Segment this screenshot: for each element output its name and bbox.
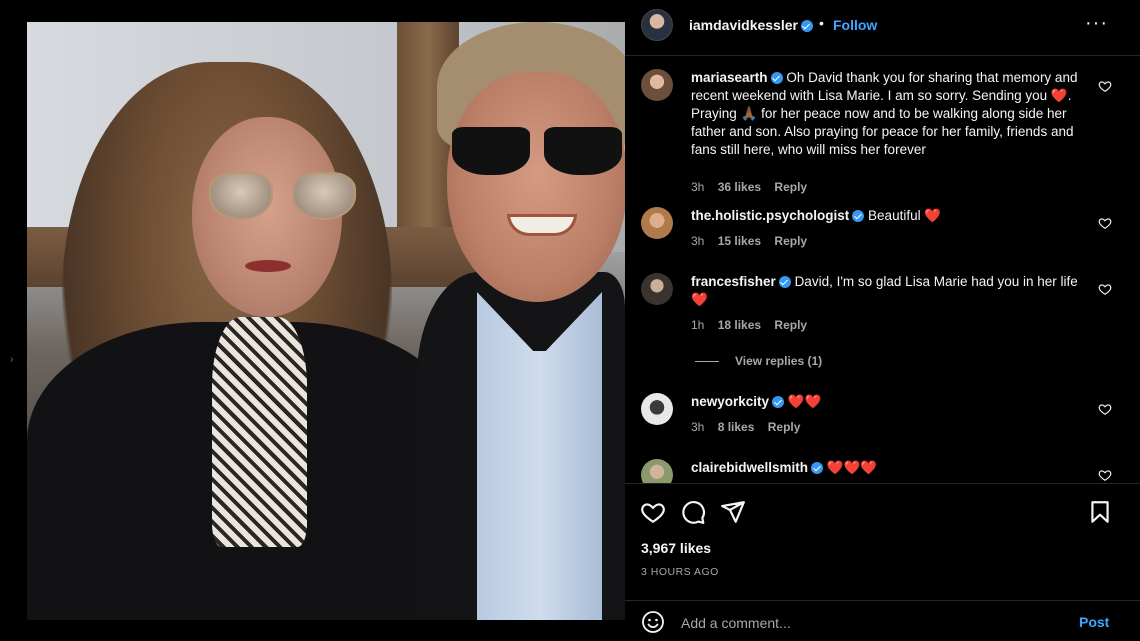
commenter-avatar[interactable] (641, 393, 673, 425)
comment-time: 3h (691, 234, 705, 248)
follow-button[interactable]: Follow (833, 17, 877, 33)
comment-meta: 3h 15 likes Reply (691, 234, 817, 248)
commenter-avatar[interactable] (641, 69, 673, 101)
aviator-lens-left (209, 172, 273, 220)
replies-divider-line (695, 361, 719, 363)
reply-button[interactable]: Reply (768, 420, 801, 434)
post-actions-bar: 3,967 likes 3 HOURS AGO (625, 483, 1140, 588)
comment-likes[interactable]: 18 likes (718, 318, 761, 332)
emoji-icon[interactable] (641, 610, 665, 634)
likes-count[interactable]: 3,967 likes (641, 540, 711, 556)
view-replies-label: View replies (1) (735, 354, 823, 368)
comment-likes[interactable]: 36 likes (718, 180, 761, 194)
verified-badge-icon (811, 462, 824, 475)
verified-badge-icon (778, 276, 791, 289)
comment-input[interactable] (681, 613, 1061, 633)
reply-button[interactable]: Reply (774, 180, 807, 194)
verified-badge-icon (772, 396, 785, 409)
author-username[interactable]: iamdavidkessler (689, 17, 813, 33)
commenter-avatar[interactable] (641, 207, 673, 239)
post-photo[interactable] (27, 22, 625, 620)
post-side-panel: iamdavidkessler • Follow ··· mariasearth… (625, 0, 1140, 641)
comment-icon[interactable] (680, 499, 706, 525)
comment-text: clairebidwellsmith ❤️❤️❤️ (691, 459, 1086, 477)
comment-text: the.holistic.psychologist Beautiful ❤️ (691, 207, 1086, 225)
like-comment-heart-icon[interactable] (1098, 282, 1112, 296)
heart-emoji: ❤️❤️ (787, 394, 822, 409)
man-sunglasses (452, 127, 625, 177)
man-face (447, 72, 625, 302)
comment-text-part: Beautiful (868, 208, 921, 223)
comment-likes[interactable]: 15 likes (718, 234, 761, 248)
heart-emoji: ❤️ (1050, 88, 1068, 103)
add-comment-bar: Post (625, 600, 1140, 641)
verified-badge-icon (770, 72, 783, 85)
post-comment-button[interactable]: Post (1079, 614, 1109, 630)
commenter-username[interactable]: the.holistic.psychologist (691, 208, 849, 223)
commenter-avatar[interactable] (641, 459, 673, 483)
heart-emoji: ❤️ (691, 292, 708, 307)
heart-emoji: ❤️❤️❤️ (826, 460, 878, 475)
woman-scarf (212, 317, 307, 547)
comment-meta: 3h 36 likes Reply (691, 180, 817, 194)
comment-likes[interactable]: 8 likes (718, 420, 755, 434)
commenter-username[interactable]: newyorkcity (691, 394, 769, 409)
comment-time: 1h (691, 318, 705, 332)
commenter-username[interactable]: mariasearth (691, 70, 768, 85)
more-options-icon[interactable]: ··· (1085, 12, 1108, 35)
comment-text: francesfisher David, I'm so glad Lisa Ma… (691, 273, 1086, 309)
comment-time: 3h (691, 180, 705, 194)
like-comment-heart-icon[interactable] (1098, 468, 1112, 482)
reply-button[interactable]: Reply (774, 318, 807, 332)
edge-marker: › (10, 354, 14, 365)
post-timestamp: 3 HOURS AGO (641, 566, 719, 578)
man-smile (507, 214, 577, 236)
commenter-avatar[interactable] (641, 273, 673, 305)
comment-text-part: David, I'm so glad Lisa Marie had you in… (794, 274, 1078, 289)
comment-meta: 3h 8 likes Reply (691, 420, 810, 434)
comments-list[interactable]: mariasearth Oh David thank you for shari… (625, 57, 1140, 483)
pray-emoji: 🙏🏾 (740, 106, 758, 121)
post-header: iamdavidkessler • Follow ··· (625, 0, 1140, 56)
heart-icon[interactable] (640, 499, 666, 525)
share-icon[interactable] (720, 499, 746, 525)
separator-dot: • (819, 15, 824, 31)
comment-time: 3h (691, 420, 705, 434)
commenter-username[interactable]: clairebidwellsmith (691, 460, 808, 475)
post-media-area: › (0, 0, 625, 641)
comment-text: newyorkcity ❤️❤️ (691, 393, 1086, 411)
like-comment-heart-icon[interactable] (1098, 79, 1112, 93)
reply-button[interactable]: Reply (774, 234, 807, 248)
commenter-username[interactable]: francesfisher (691, 274, 776, 289)
woman-lips (245, 260, 291, 272)
view-replies-button[interactable]: View replies (1) (695, 354, 822, 368)
comment-text: mariasearth Oh David thank you for shari… (691, 69, 1086, 159)
bookmark-icon[interactable] (1087, 499, 1113, 525)
heart-emoji: ❤️ (924, 208, 942, 223)
verified-badge-icon (852, 210, 865, 223)
author-avatar[interactable] (641, 9, 673, 41)
like-comment-heart-icon[interactable] (1098, 402, 1112, 416)
verified-badge-icon (800, 20, 813, 33)
comment-meta: 1h 18 likes Reply (691, 318, 817, 332)
like-comment-heart-icon[interactable] (1098, 216, 1112, 230)
aviator-lens-right (292, 172, 356, 220)
